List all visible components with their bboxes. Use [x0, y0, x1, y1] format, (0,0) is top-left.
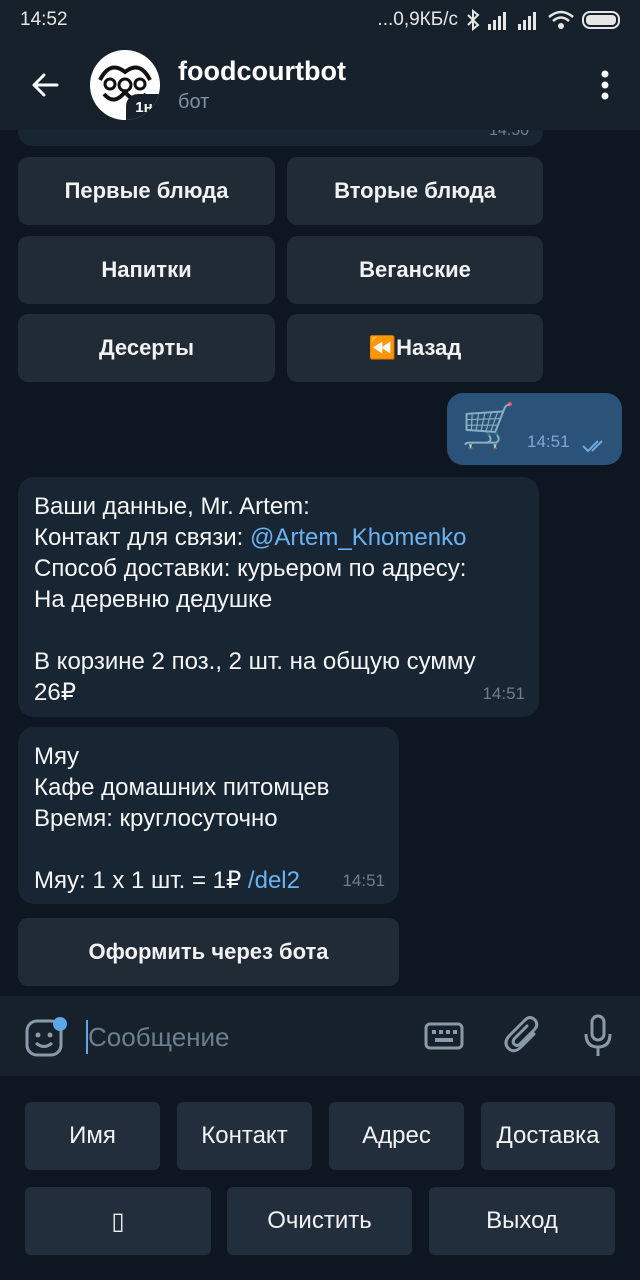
paperclip-icon[interactable]	[504, 1016, 542, 1056]
microphone-icon[interactable]	[583, 1014, 613, 1058]
inline-button-vegan[interactable]: Веганские	[287, 236, 543, 304]
delivery-line: Способ доставки: курьером по адресу:	[34, 555, 467, 582]
keyboard-button-exit[interactable]: Выход	[429, 1187, 615, 1255]
cart-item-message: Мяу Кафе домашних питомцев Время: кругло…	[18, 727, 399, 904]
status-time: 14:52	[20, 9, 68, 30]
status-bar: 14:52 ...0,9КБ/с	[0, 0, 640, 40]
back-button[interactable]	[0, 40, 90, 130]
double-check-icon	[582, 440, 603, 453]
keyboard-button-clear[interactable]: Очистить	[227, 1187, 412, 1255]
avatar-badge: 1н	[126, 94, 160, 120]
order-line: Ваши данные, Mr. Artem:	[34, 493, 310, 520]
inline-button-back[interactable]: ⏪Назад	[287, 314, 543, 382]
keyboard-button-unknown[interactable]: ▯	[25, 1187, 211, 1255]
chat-subtitle: бот	[178, 91, 210, 113]
inline-button-drinks[interactable]: Напитки	[18, 236, 275, 304]
message-time: 14:51	[527, 432, 570, 451]
keyboard-button-contact[interactable]: Контакт	[177, 1102, 312, 1170]
contact-line: Контакт для связи: @Artem_Khomenko	[34, 522, 523, 553]
message-time: 14:51	[482, 684, 525, 703]
bluetooth-icon	[467, 9, 480, 31]
item-line-text: Мяу: 1 x 1 шт. = 1₽	[34, 867, 248, 894]
signal-icon	[488, 12, 506, 30]
keyboard-icon[interactable]	[424, 1022, 464, 1050]
emoji-sticker-icon[interactable]	[24, 1016, 68, 1060]
message-composer: Сообщение	[0, 996, 640, 1076]
chat-header: 1н foodcourtbot бот	[0, 40, 640, 130]
item-line: Мяу: 1 x 1 шт. = 1₽ /del2	[34, 865, 383, 896]
cart-sum: 26₽	[34, 679, 76, 706]
inline-button-desserts[interactable]: Десерты	[18, 314, 275, 382]
more-menu-button[interactable]	[570, 40, 640, 130]
wifi-icon	[548, 10, 574, 29]
contact-label: Контакт для связи:	[34, 524, 250, 551]
inline-button-second-courses[interactable]: Вторые блюда	[287, 157, 543, 225]
avatar[interactable]: 1н	[90, 50, 160, 120]
outgoing-message: 🛒 14:51	[447, 393, 622, 465]
contact-link[interactable]: @Artem_Khomenko	[250, 524, 466, 551]
delete-command-link[interactable]: /del2	[248, 867, 300, 894]
item-place: Кафе домашних питомцев	[34, 774, 330, 801]
item-name: Мяу	[34, 743, 79, 770]
message-time: 14:50	[488, 130, 529, 139]
chat-area[interactable]: 14:50 Первые блюда Вторые блюда Напитки …	[0, 130, 640, 996]
network-speed: ...0,9КБ/с	[377, 9, 458, 30]
keyboard-button-delivery[interactable]: Доставка	[481, 1102, 615, 1170]
battery-icon	[582, 11, 620, 29]
keyboard-button-address[interactable]: Адрес	[329, 1102, 464, 1170]
address-line: На деревню дедушке	[34, 586, 273, 613]
order-info-message: Ваши данные, Mr. Artem: Контакт для связ…	[18, 477, 539, 717]
message-input[interactable]: Сообщение	[86, 1020, 230, 1054]
chat-title[interactable]: foodcourtbot	[178, 56, 570, 87]
message-time: 14:51	[342, 871, 385, 890]
arrow-left-icon	[32, 73, 59, 97]
cart-line: В корзине 2 поз., 2 шт. на общую сумму	[34, 648, 476, 675]
signal-icon	[518, 12, 536, 30]
inline-button-first-courses[interactable]: Первые блюда	[18, 157, 275, 225]
previous-message: 14:50	[18, 130, 543, 146]
keyboard-button-name[interactable]: Имя	[25, 1102, 160, 1170]
cart-emoji: 🛒	[461, 402, 516, 451]
item-hours: Время: круглосуточно	[34, 805, 278, 832]
more-vertical-icon	[601, 70, 609, 100]
bot-keyboard: Имя Контакт Адрес Доставка ▯ Очистить Вы…	[0, 1076, 640, 1280]
checkout-button[interactable]: Оформить через бота	[18, 918, 399, 986]
